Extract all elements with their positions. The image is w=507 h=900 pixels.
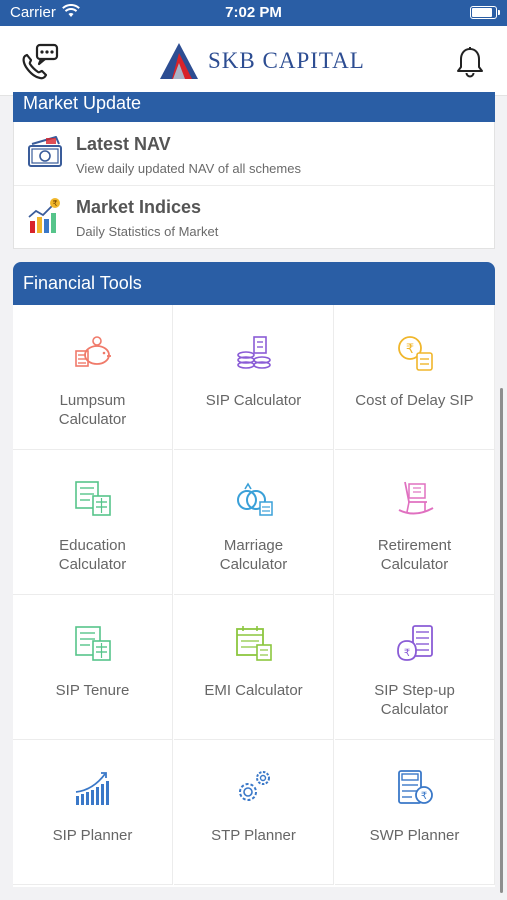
tool-education-calculator[interactable]: Education Calculator xyxy=(13,450,173,595)
latest-nav-item[interactable]: Latest NAV View daily updated NAV of all… xyxy=(14,124,494,186)
battery-icon xyxy=(470,6,500,19)
brand-logo: SKB CAPITAL xyxy=(158,40,365,82)
tool-label: Education Calculator xyxy=(58,537,127,573)
tenure-calculator-icon xyxy=(73,623,113,663)
tool-label: EMI Calculator xyxy=(204,682,303,699)
tool-label: SIP Calculator xyxy=(205,392,302,409)
tool-rings[interactable]: Marriage Calculator xyxy=(174,450,334,595)
tool-growth-bars[interactable]: SIP Planner xyxy=(13,740,173,885)
tool-coins-stack[interactable]: SIP Calculator xyxy=(174,305,334,450)
tool-label: STP Planner xyxy=(211,827,296,844)
emi-calendar-icon xyxy=(234,623,274,663)
gears-icon xyxy=(234,768,274,808)
tool-rupee-calculator[interactable]: ₹ Cost of Delay SIP xyxy=(335,305,495,450)
app-header: SKB CAPITAL xyxy=(0,26,507,96)
market-chart-icon: ₹ xyxy=(26,197,64,235)
tool-stepup-calculator[interactable]: ₹ SIP Step-up Calculator xyxy=(335,595,495,740)
swp-calculator-icon: ₹ xyxy=(395,768,435,808)
tool-label: Marriage Calculator xyxy=(219,537,288,573)
tool-piggy-bank[interactable]: Lumpsum Calculator xyxy=(13,305,173,450)
market-update-title: Market Update xyxy=(13,92,495,122)
tool-gears[interactable]: STP Planner xyxy=(174,740,334,885)
svg-text:₹: ₹ xyxy=(406,342,414,357)
stepup-calculator-icon: ₹ xyxy=(395,623,435,663)
latest-nav-description: View daily updated NAV of all schemes xyxy=(76,161,301,176)
coins-stack-icon xyxy=(234,333,274,373)
growth-bars-icon xyxy=(73,768,113,808)
piggy-bank-icon xyxy=(73,333,113,373)
svg-text:₹: ₹ xyxy=(421,791,427,802)
clock: 7:02 PM xyxy=(225,4,282,21)
market-update-card: Market Update Latest NAV View daily upda… xyxy=(13,92,495,249)
rupee-calculator-icon: ₹ xyxy=(395,333,435,373)
tool-label: SIP Planner xyxy=(52,827,133,844)
banknote-icon xyxy=(26,134,64,172)
chat-call-icon[interactable] xyxy=(20,43,60,81)
market-indices-item[interactable]: ₹ Market Indices Daily Statistics of Mar… xyxy=(14,187,494,249)
notification-bell-icon[interactable] xyxy=(455,46,485,78)
status-bar: Carrier 7:02 PM xyxy=(0,0,507,26)
logo-mark-icon xyxy=(160,43,198,79)
tool-emi-calendar[interactable]: EMI Calculator xyxy=(174,595,334,740)
tool-label: Lumpsum Calculator xyxy=(58,392,127,428)
latest-nav-title: Latest NAV xyxy=(76,134,171,154)
tool-tenure-calculator[interactable]: SIP Tenure xyxy=(13,595,173,740)
logo-text: SKB CAPITAL xyxy=(208,48,365,73)
market-indices-title: Market Indices xyxy=(76,197,202,217)
market-indices-description: Daily Statistics of Market xyxy=(76,224,219,239)
tool-swp-calculator[interactable]: ₹ SWP Planner xyxy=(335,740,495,885)
financial-tools-card: Financial Tools Lumpsum Calculator SIP Ca… xyxy=(13,262,495,887)
financial-tools-title: Financial Tools xyxy=(13,262,495,305)
rocking-chair-icon xyxy=(395,478,435,518)
education-calculator-icon xyxy=(73,478,113,518)
tool-rocking-chair[interactable]: Retirement Calculator xyxy=(335,450,495,595)
tool-label: Cost of Delay SIP xyxy=(355,392,474,409)
tool-label: Retirement Calculator xyxy=(377,537,452,573)
svg-text:₹: ₹ xyxy=(52,199,57,208)
tool-label: SWP Planner xyxy=(369,827,460,844)
scrollbar[interactable] xyxy=(500,388,503,893)
tool-label: SIP Step-up Calculator xyxy=(374,682,455,718)
rings-icon xyxy=(234,478,274,518)
svg-text:₹: ₹ xyxy=(404,648,410,659)
tool-label: SIP Tenure xyxy=(55,682,130,699)
